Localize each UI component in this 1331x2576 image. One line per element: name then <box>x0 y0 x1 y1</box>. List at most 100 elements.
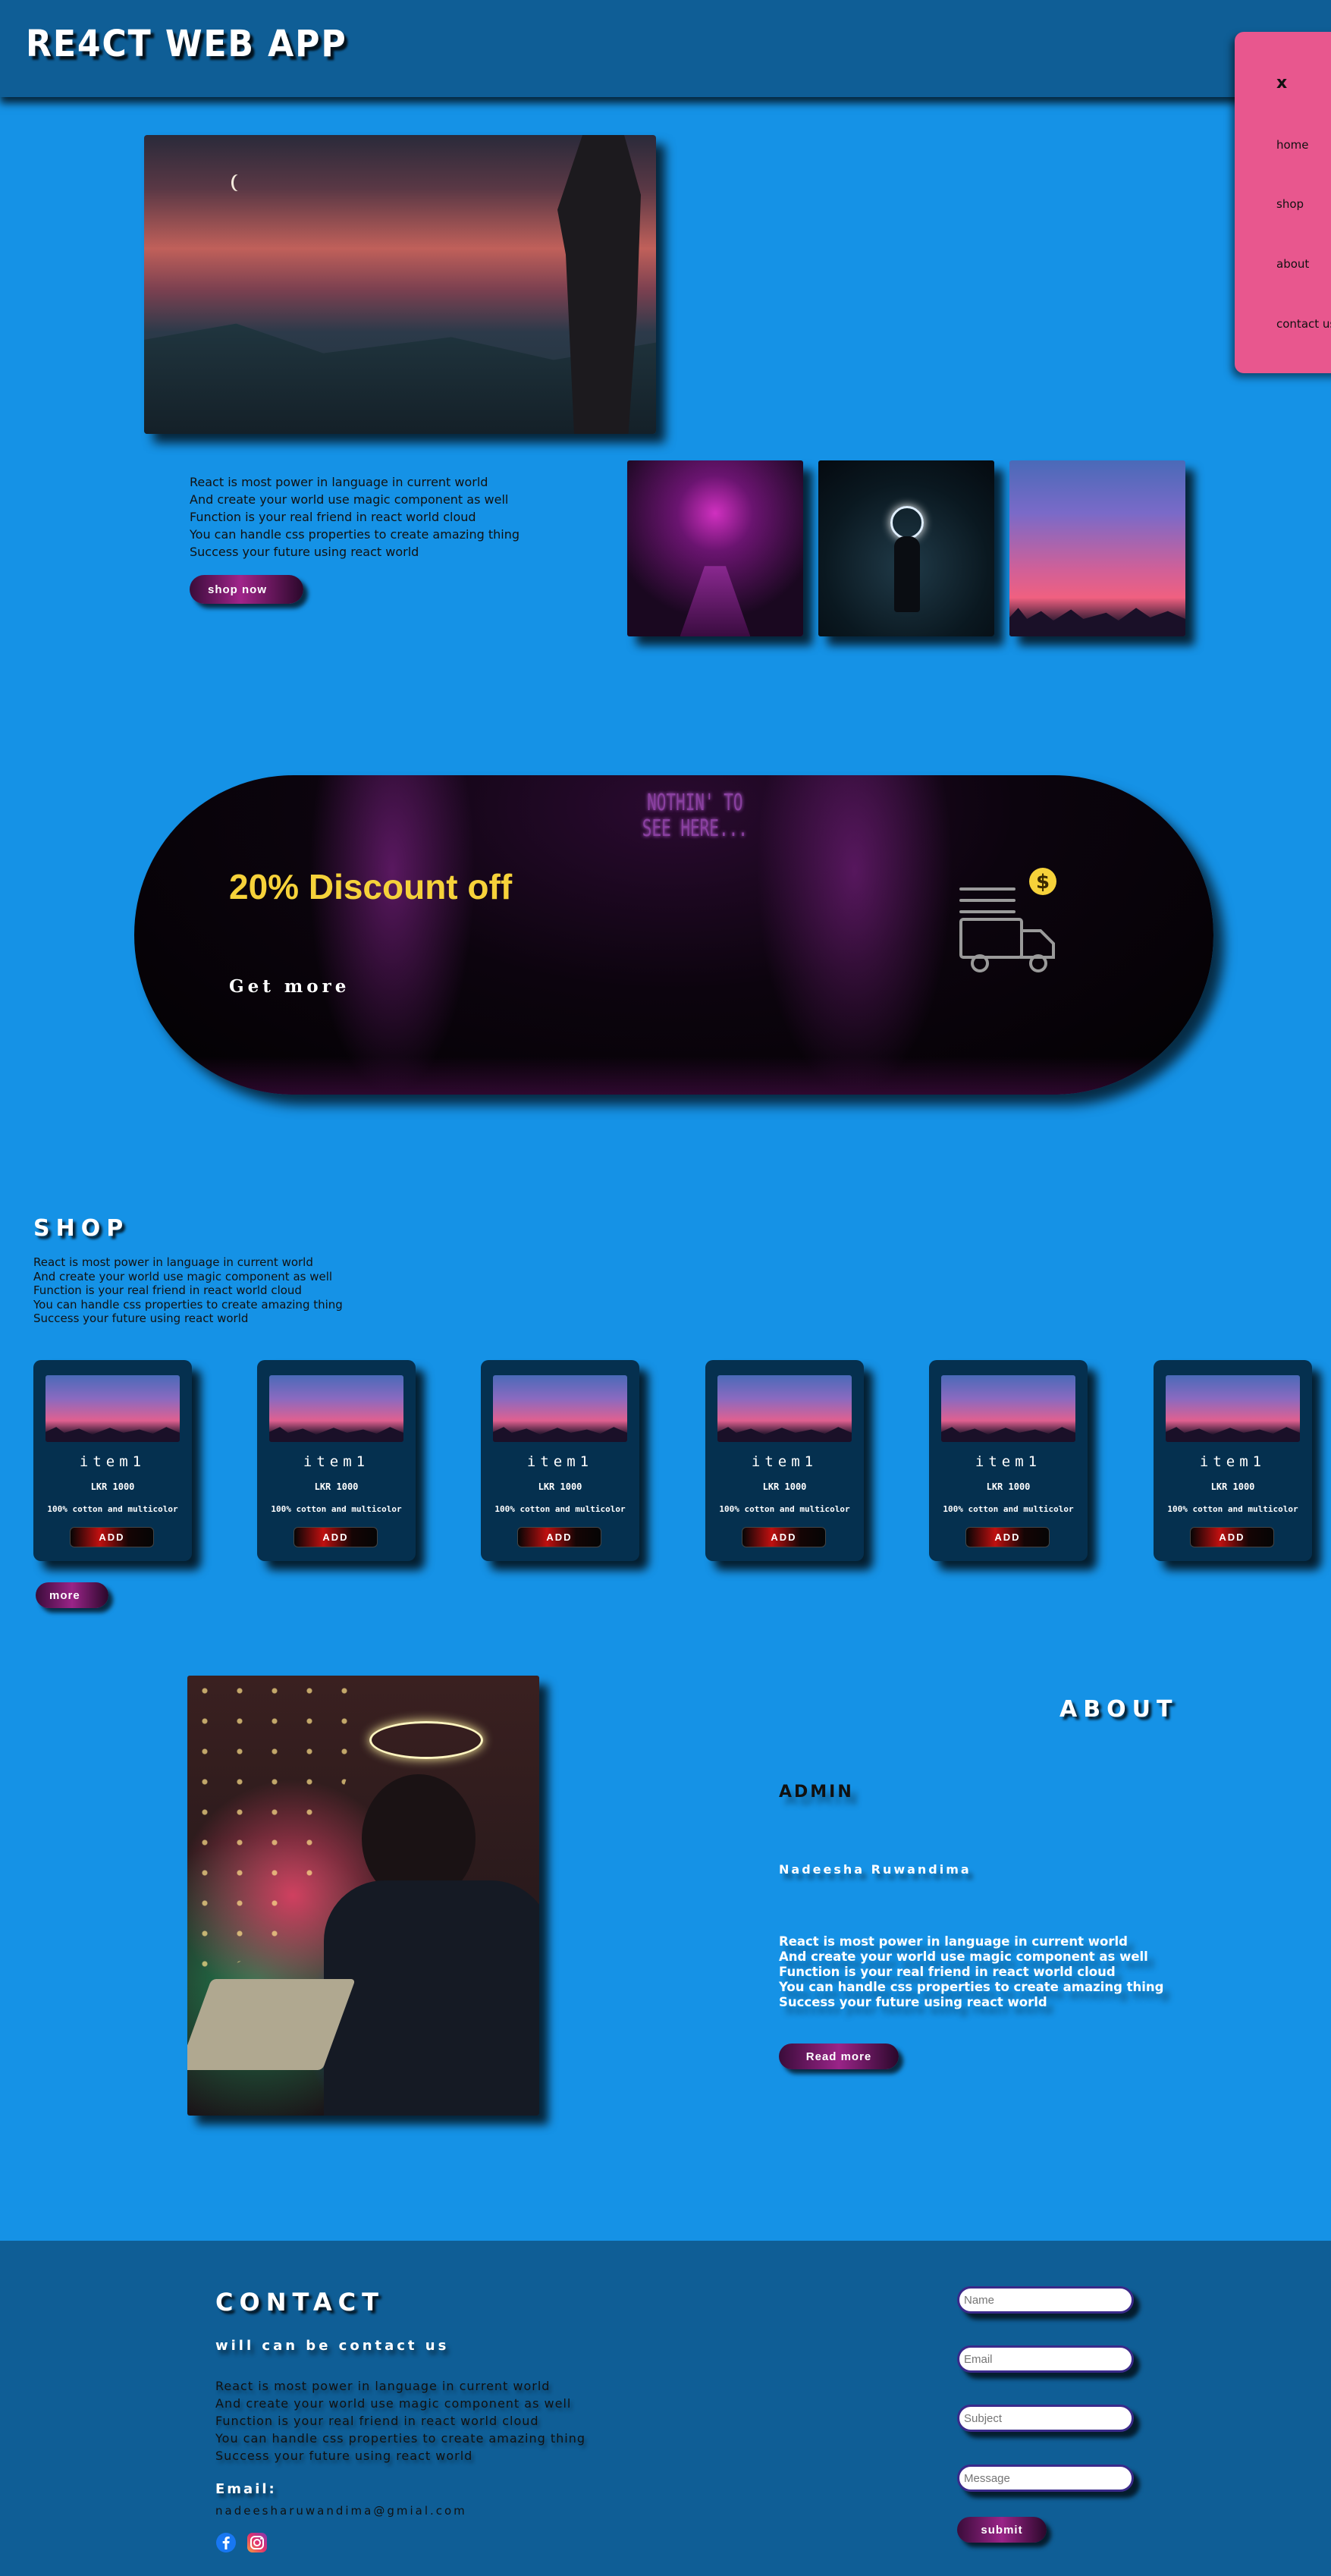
contact-line: And create your world use magic componen… <box>215 2396 572 2411</box>
about-photo <box>187 1676 539 2116</box>
add-to-cart-button[interactable]: ADD <box>742 1527 826 1547</box>
product-title: item1 <box>303 1453 370 1470</box>
product-card: item1 LKR 1000 100% cotton and multicolo… <box>705 1360 864 1561</box>
svg-text:$: $ <box>1036 871 1050 894</box>
product-card: item1 LKR 1000 100% cotton and multicolo… <box>257 1360 416 1561</box>
hero-line: React is most power in language in curre… <box>190 475 488 489</box>
contact-line: Success your future using react world <box>215 2449 473 2463</box>
contact-title: CONTACT <box>215 2288 385 2317</box>
product-image <box>493 1375 627 1442</box>
subject-field[interactable] <box>957 2405 1134 2432</box>
shop-line: Success your future using react world <box>33 1312 249 1325</box>
read-more-button[interactable]: Read more <box>779 2044 899 2069</box>
hero-line: Success your future using react world <box>190 545 419 559</box>
menu-item-about[interactable]: about <box>1276 257 1309 271</box>
shop-title: SHOP <box>33 1215 130 1242</box>
shop-line: You can handle css properties to create … <box>33 1297 343 1312</box>
hero-line: You can handle css properties to create … <box>190 527 520 542</box>
menu-item-contact[interactable]: contact us <box>1276 317 1331 331</box>
about-line: Success your future using react world <box>779 1995 1047 2009</box>
contact-line: React is most power in language in curre… <box>215 2379 551 2393</box>
product-title: item1 <box>526 1453 594 1470</box>
product-description: 100% cotton and multicolor <box>47 1504 178 1514</box>
product-description: 100% cotton and multicolor <box>494 1504 626 1514</box>
product-description: 100% cotton and multicolor <box>719 1504 850 1514</box>
contact-description: React is most power in language in curre… <box>215 2377 585 2464</box>
gallery-image-neon-stairs <box>627 460 803 636</box>
product-description: 100% cotton and multicolor <box>1167 1504 1298 1514</box>
contact-line: Function is your real friend in react wo… <box>215 2414 539 2428</box>
discount-banner: NOTHIN' TO SEE HERE... 20% Discount off … <box>134 775 1213 1095</box>
about-line: You can handle css properties to create … <box>779 1980 1164 1994</box>
product-price: LKR 1000 <box>986 1481 1031 1492</box>
neon-line: NOTHIN' TO <box>647 790 743 816</box>
add-to-cart-button[interactable]: ADD <box>70 1527 154 1547</box>
product-card: item1 LKR 1000 100% cotton and multicolo… <box>481 1360 639 1561</box>
shop-line: And create your world use magic componen… <box>33 1269 333 1283</box>
email-address[interactable]: nadeesharuwandima@gmial.com <box>215 2504 467 2518</box>
get-more-link[interactable]: Get more <box>229 976 350 997</box>
about-line: Function is your real friend in react wo… <box>779 1965 1116 1979</box>
product-title: item1 <box>1199 1453 1267 1470</box>
neon-sign: NOTHIN' TO SEE HERE... <box>642 790 748 842</box>
product-image <box>1166 1375 1300 1442</box>
admin-role: ADMIN <box>779 1783 854 1802</box>
gallery-image-sunset <box>1009 460 1185 636</box>
instagram-icon[interactable] <box>246 2532 268 2553</box>
neon-line: SEE HERE... <box>642 815 748 842</box>
email-label: Email: <box>215 2481 277 2497</box>
more-button[interactable]: more <box>36 1582 108 1608</box>
product-image <box>717 1375 852 1442</box>
submit-button[interactable]: submit <box>957 2517 1047 2543</box>
hero-image <box>144 135 656 434</box>
add-to-cart-button[interactable]: ADD <box>517 1527 601 1547</box>
discount-text: 20% Discount off <box>229 867 513 906</box>
about-line: React is most power in language in curre… <box>779 1934 1128 1949</box>
name-field[interactable] <box>957 2286 1134 2314</box>
add-to-cart-button[interactable]: ADD <box>294 1527 378 1547</box>
product-price: LKR 1000 <box>314 1481 359 1492</box>
menu-item-shop[interactable]: shop <box>1276 197 1304 211</box>
about-line: And create your world use magic componen… <box>779 1949 1148 1964</box>
admin-name: Nadeesha Ruwandima <box>779 1862 972 1877</box>
product-image <box>941 1375 1075 1442</box>
hero-line: And create your world use magic componen… <box>190 492 509 507</box>
app-logo[interactable]: RE4CT WEB APP <box>26 23 347 65</box>
add-to-cart-button[interactable]: ADD <box>965 1527 1050 1547</box>
shop-line: Function is your real friend in react wo… <box>33 1283 302 1297</box>
product-title: item1 <box>79 1453 146 1470</box>
about-title: ABOUT <box>1059 1696 1179 1723</box>
message-field[interactable] <box>957 2464 1134 2492</box>
contact-subtitle: will can be contact us <box>215 2338 450 2354</box>
delivery-truck-dollar-icon: $ <box>959 868 1056 972</box>
product-image <box>269 1375 403 1442</box>
product-card: item1 LKR 1000 100% cotton and multicolo… <box>33 1360 192 1561</box>
product-card: item1 LKR 1000 100% cotton and multicolo… <box>929 1360 1088 1561</box>
hero-text: React is most power in language in curre… <box>190 473 520 561</box>
shop-now-button[interactable]: shop now <box>190 575 303 604</box>
side-menu: x home shop about contact us <box>1235 32 1331 373</box>
product-description: 100% cotton and multicolor <box>943 1504 1074 1514</box>
product-price: LKR 1000 <box>1210 1481 1255 1492</box>
product-description: 100% cotton and multicolor <box>271 1504 402 1514</box>
menu-item-home[interactable]: home <box>1276 138 1309 152</box>
product-title: item1 <box>751 1453 818 1470</box>
product-price: LKR 1000 <box>762 1481 807 1492</box>
product-card: item1 LKR 1000 100% cotton and multicolo… <box>1154 1360 1312 1561</box>
product-image <box>46 1375 180 1442</box>
header: RE4CT WEB APP <box>0 0 1331 97</box>
contact-section: CONTACT will can be contact us React is … <box>0 2241 1331 2576</box>
shop-line: React is most power in language in curre… <box>33 1255 313 1269</box>
gallery-image-light-ring <box>818 460 994 636</box>
close-menu-button[interactable]: x <box>1276 74 1287 93</box>
product-price: LKR 1000 <box>90 1481 135 1492</box>
product-title: item1 <box>975 1453 1042 1470</box>
hero-line: Function is your real friend in react wo… <box>190 510 476 524</box>
shop-description: React is most power in language in curre… <box>33 1255 343 1326</box>
contact-line: You can handle css properties to create … <box>215 2431 585 2446</box>
about-description: React is most power in language in curre… <box>779 1934 1164 2010</box>
email-field[interactable] <box>957 2345 1134 2373</box>
product-price: LKR 1000 <box>538 1481 582 1492</box>
facebook-icon[interactable] <box>215 2532 237 2553</box>
add-to-cart-button[interactable]: ADD <box>1190 1527 1274 1547</box>
